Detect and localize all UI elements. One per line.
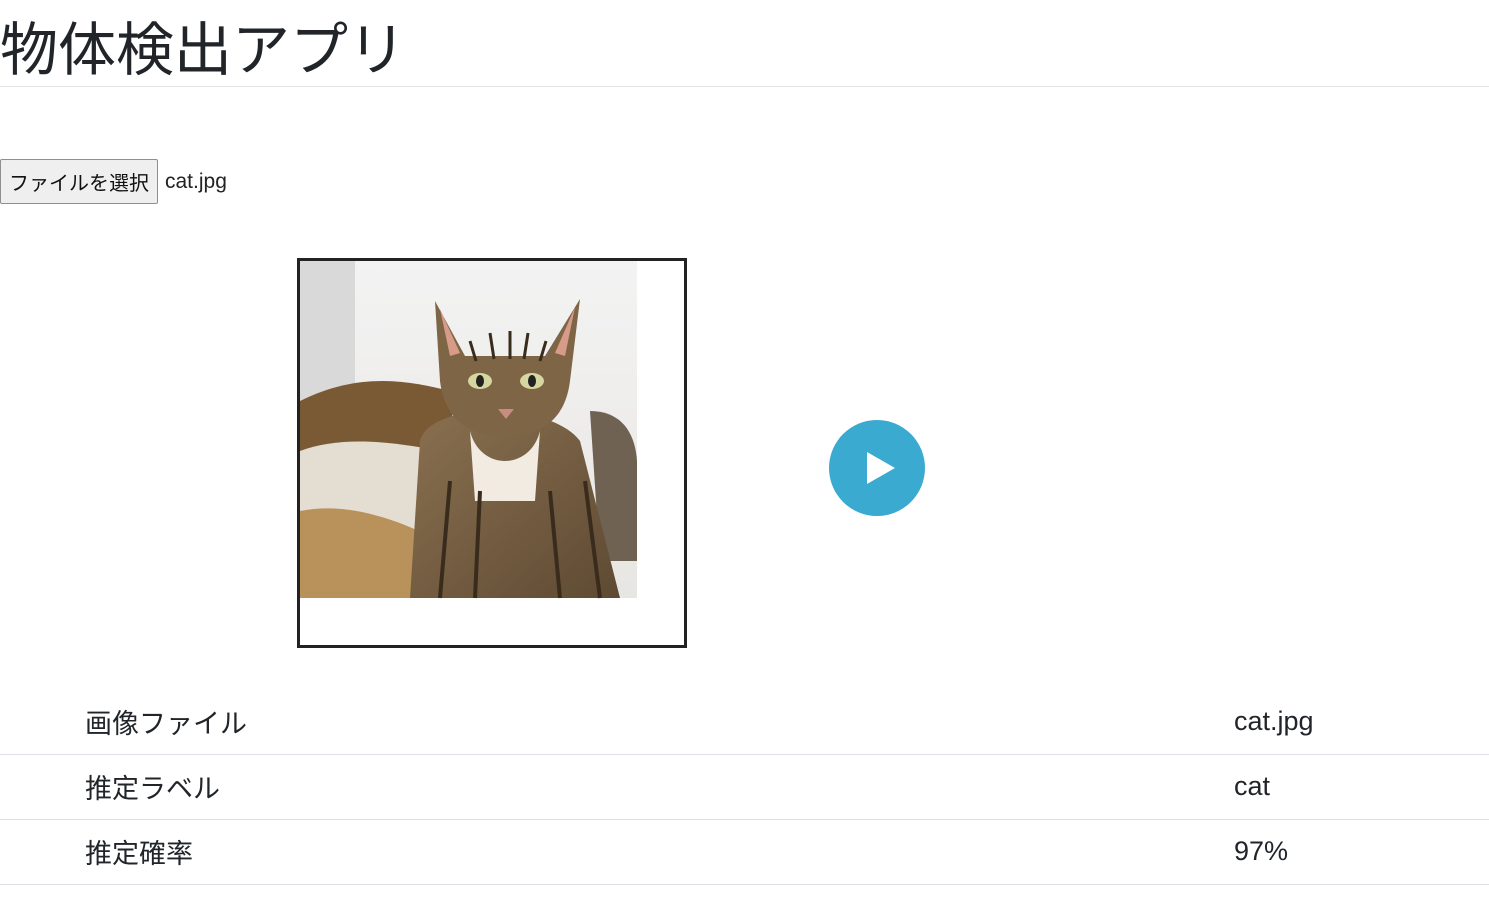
row-label: 画像ファイル <box>85 709 247 741</box>
image-preview <box>297 258 687 648</box>
file-input[interactable]: ファイルを選択 cat.jpg <box>0 159 227 204</box>
row-value: cat <box>1234 771 1271 801</box>
row-value: cat.jpg <box>1234 706 1314 737</box>
selected-file-name: cat.jpg <box>165 169 227 193</box>
table-row: 推定確率 97% <box>0 819 1489 884</box>
title-divider <box>0 86 1489 87</box>
page-title: 物体検出アプリ <box>0 16 407 84</box>
table-row: 推定ラベル cat <box>0 754 1489 819</box>
run-detection-button[interactable] <box>829 420 925 516</box>
table-row: 画像ファイル cat.jpg <box>0 690 1489 754</box>
cat-photo <box>300 261 637 599</box>
choose-file-button[interactable]: ファイルを選択 <box>0 159 158 204</box>
row-label: 推定確率 <box>85 839 193 870</box>
results-table: 画像ファイル cat.jpg 推定ラベル cat 推定確率 97% <box>0 690 1489 885</box>
row-value: 97% <box>1234 836 1289 866</box>
row-label: 推定ラベル <box>85 774 220 805</box>
